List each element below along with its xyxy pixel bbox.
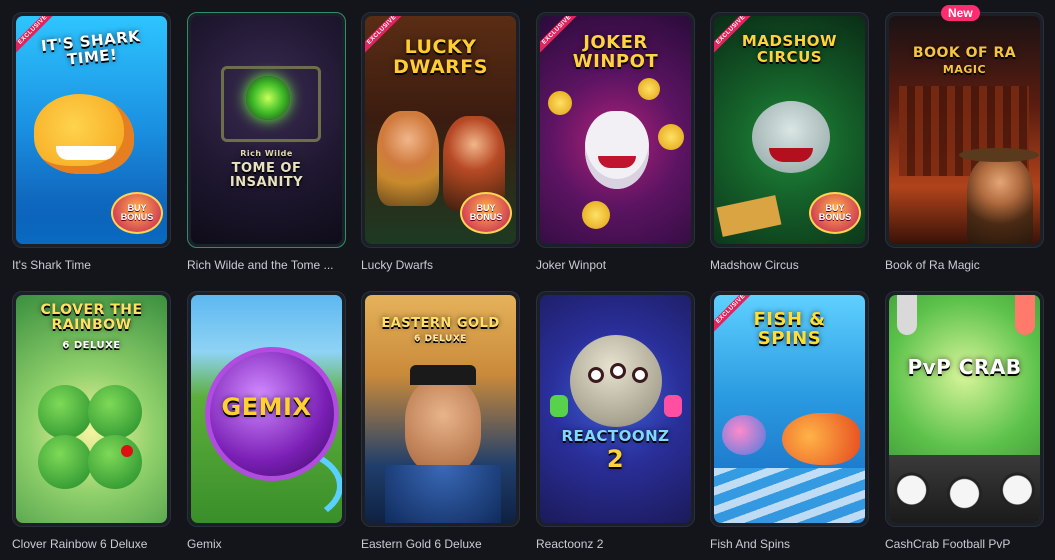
explorer-icon	[967, 156, 1033, 244]
game-logo-subtitle: 6 DELUXE	[62, 340, 121, 351]
game-thumbnail[interactable]: CLOVER THE RAINBOW 6 DELUXE	[12, 291, 171, 527]
game-thumbnail[interactable]: EXCLUSIVE JOKER WINPOT	[536, 12, 695, 248]
game-logo: REACTOONZ	[561, 427, 670, 445]
game-logo: CLOVER THE RAINBOW	[40, 302, 143, 333]
game-title[interactable]: Fish And Spins	[710, 537, 868, 551]
game-title[interactable]: Joker Winpot	[536, 258, 694, 272]
game-tile[interactable]: REACTOONZ 2 Reactoonz 2	[536, 291, 695, 551]
game-title[interactable]: Gemix	[187, 537, 345, 551]
game-logo: GEMIX	[221, 393, 312, 421]
game-title[interactable]: Eastern Gold 6 Deluxe	[361, 537, 519, 551]
buy-bonus-badge: BUY BONUS	[809, 192, 861, 234]
clown-face-icon	[752, 101, 830, 173]
emperor-icon	[405, 377, 481, 473]
game-title[interactable]: Reactoonz 2	[536, 537, 694, 551]
game-title[interactable]: CashCrab Football PvP	[885, 537, 1043, 551]
game-logo-subtitle: 2	[606, 445, 625, 473]
claw-icon	[897, 295, 917, 335]
game-title[interactable]: It's Shark Time	[12, 258, 170, 272]
game-logo: IT'S SHARK TIME!	[40, 26, 142, 69]
game-logo-subtitle: MAGIC	[942, 63, 987, 76]
game-tile[interactable]: Rich Wilde TOME OF INSANITY Rich Wilde a…	[187, 12, 346, 272]
clover-icon	[38, 385, 92, 439]
game-logo-subtitle: Rich Wilde	[240, 149, 293, 158]
game-tile[interactable]: EXCLUSIVE MADSHOW CIRCUS BUY BONUS Madsh…	[710, 12, 869, 272]
game-tile[interactable]: EXCLUSIVE IT'S SHARK TIME! BUY BONUS It'…	[12, 12, 171, 272]
game-thumbnail[interactable]: GEMIX	[187, 291, 346, 527]
game-thumbnail[interactable]: EXCLUSIVE FISH & SPINS	[710, 291, 869, 527]
fish-icon	[782, 413, 860, 465]
game-tile[interactable]: EASTERN GOLD 6 DELUXE Eastern Gold 6 Del…	[361, 291, 520, 551]
game-title[interactable]: Lucky Dwarfs	[361, 258, 519, 272]
coin-icon	[548, 91, 572, 115]
game-thumbnail[interactable]: PvP CRAB	[885, 291, 1044, 527]
game-thumbnail[interactable]: BOOK OF RA MAGIC	[885, 12, 1044, 248]
game-logo: BOOK OF RA	[912, 45, 1017, 61]
game-logo: JOKER WINPOT	[572, 32, 659, 72]
game-thumbnail[interactable]: EASTERN GOLD 6 DELUXE	[361, 291, 520, 527]
game-logo: MADSHOW CIRCUS	[741, 32, 838, 66]
game-logo: EASTERN GOLD	[381, 316, 500, 331]
buy-bonus-badge: BUY BONUS	[111, 192, 163, 234]
game-grid: EXCLUSIVE IT'S SHARK TIME! BUY BONUS It'…	[0, 0, 1055, 560]
football-icon	[889, 455, 1040, 523]
game-thumbnail[interactable]: EXCLUSIVE MADSHOW CIRCUS BUY BONUS	[710, 12, 869, 248]
game-logo: PvP CRAB	[907, 355, 1022, 379]
game-thumbnail[interactable]: Rich Wilde TOME OF INSANITY	[187, 12, 346, 248]
shark-icon	[34, 94, 134, 174]
game-logo: LUCKY DWARFS	[393, 36, 488, 78]
game-tile[interactable]: New BOOK OF RA MAGIC Book of Ra Magic	[885, 5, 1044, 272]
claw-icon	[1015, 295, 1035, 335]
game-title[interactable]: Rich Wilde and the Tome ...	[187, 258, 345, 272]
game-title[interactable]: Madshow Circus	[710, 258, 868, 272]
coin-icon	[638, 78, 660, 100]
game-logo: FISH & SPINS	[753, 309, 826, 349]
game-title[interactable]: Book of Ra Magic	[885, 258, 1043, 272]
fish-icon	[722, 415, 766, 455]
ladybug-icon	[121, 445, 133, 457]
game-logo-subtitle: 6 DELUXE	[414, 334, 467, 344]
game-thumbnail[interactable]: EXCLUSIVE LUCKY DWARFS BUY BONUS	[361, 12, 520, 248]
game-thumbnail[interactable]: REACTOONZ 2	[536, 291, 695, 527]
game-tile[interactable]: EXCLUSIVE LUCKY DWARFS BUY BONUS Lucky D…	[361, 12, 520, 272]
game-title[interactable]: Clover Rainbow 6 Deluxe	[12, 537, 170, 551]
buy-bonus-badge: BUY BONUS	[460, 192, 512, 234]
game-tile[interactable]: EXCLUSIVE FISH & SPINS Fish And Spins	[710, 291, 869, 551]
game-tile[interactable]: CLOVER THE RAINBOW 6 DELUXE Clover Rainb…	[12, 291, 171, 551]
game-thumbnail[interactable]: EXCLUSIVE IT'S SHARK TIME! BUY BONUS	[12, 12, 171, 248]
alien-icon	[570, 335, 662, 427]
dwarf-icon	[377, 111, 439, 206]
coin-icon	[582, 201, 610, 229]
new-badge: New	[941, 5, 980, 21]
game-tile[interactable]: PvP CRAB CashCrab Football PvP	[885, 291, 1044, 551]
game-tile[interactable]: GEMIX Gemix	[187, 291, 346, 551]
joker-face-icon	[585, 111, 649, 189]
game-logo: TOME OF INSANITY	[229, 161, 304, 190]
coin-icon	[658, 124, 684, 150]
game-tile[interactable]: EXCLUSIVE JOKER WINPOT Joker Winpot	[536, 12, 695, 272]
